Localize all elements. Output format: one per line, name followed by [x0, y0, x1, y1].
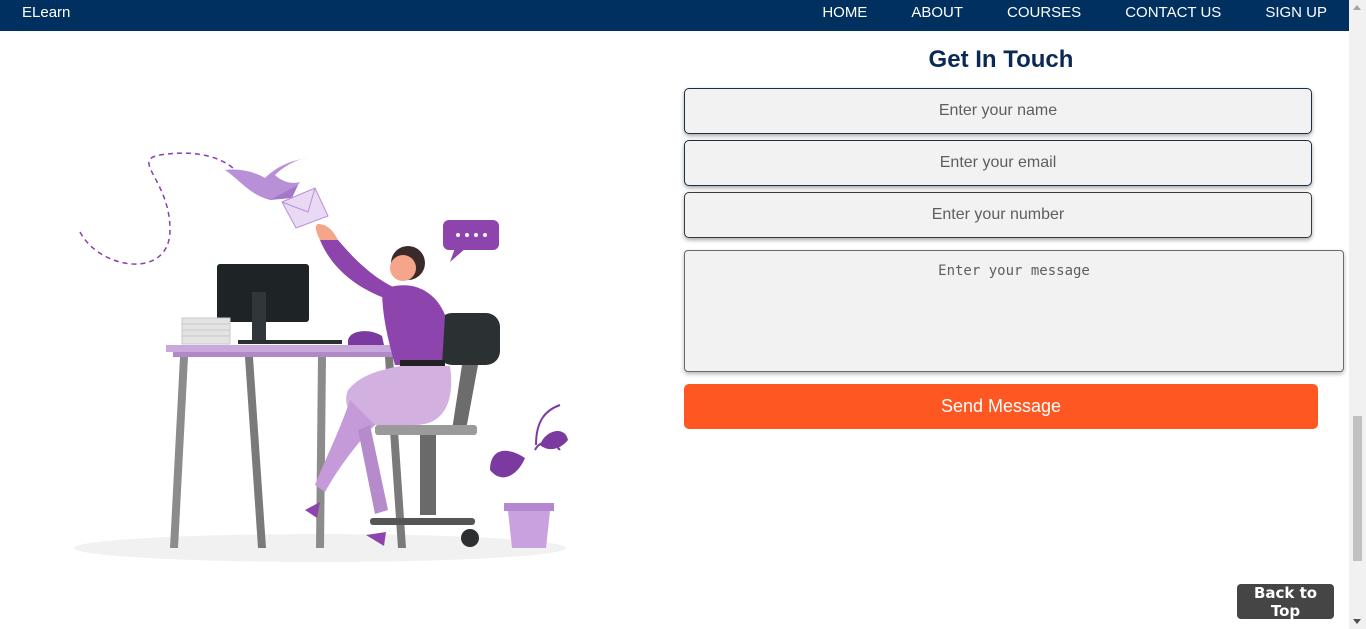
pigeon-icon: [225, 158, 308, 200]
brand-logo-link[interactable]: ELearn: [22, 4, 70, 21]
back-to-top-button[interactable]: Back to Top: [1237, 584, 1334, 620]
plant-pot-icon: [490, 404, 568, 548]
contact-form-title: Get In Touch: [928, 46, 1074, 73]
scrollbar-thumb[interactable]: [1353, 416, 1362, 561]
monitor-icon: [217, 264, 342, 344]
nav-link-contact-us[interactable]: CONTACT US: [1125, 4, 1221, 21]
nav-links: HOME ABOUT COURSES CONTACT US SIGN UP: [778, 4, 1327, 21]
page-scrollbar[interactable]: [1349, 0, 1366, 629]
scroll-down-arrow-icon[interactable]: [1353, 619, 1361, 624]
top-navbar: ELearn HOME ABOUT COURSES CONTACT US SIG…: [0, 0, 1349, 31]
number-input[interactable]: [684, 192, 1312, 238]
name-input[interactable]: [684, 88, 1312, 134]
chat-bubble-icon: [443, 220, 499, 262]
message-textarea[interactable]: [684, 250, 1344, 372]
contact-illustration: [74, 152, 568, 562]
nav-link-home[interactable]: HOME: [822, 4, 867, 21]
send-message-button[interactable]: Send Message: [684, 384, 1318, 429]
nav-link-about[interactable]: ABOUT: [911, 4, 963, 21]
nav-link-sign-up[interactable]: SIGN UP: [1265, 4, 1327, 21]
nav-link-courses[interactable]: COURSES: [1007, 4, 1081, 21]
email-input[interactable]: [684, 140, 1312, 186]
scroll-up-arrow-icon[interactable]: [1353, 5, 1361, 10]
